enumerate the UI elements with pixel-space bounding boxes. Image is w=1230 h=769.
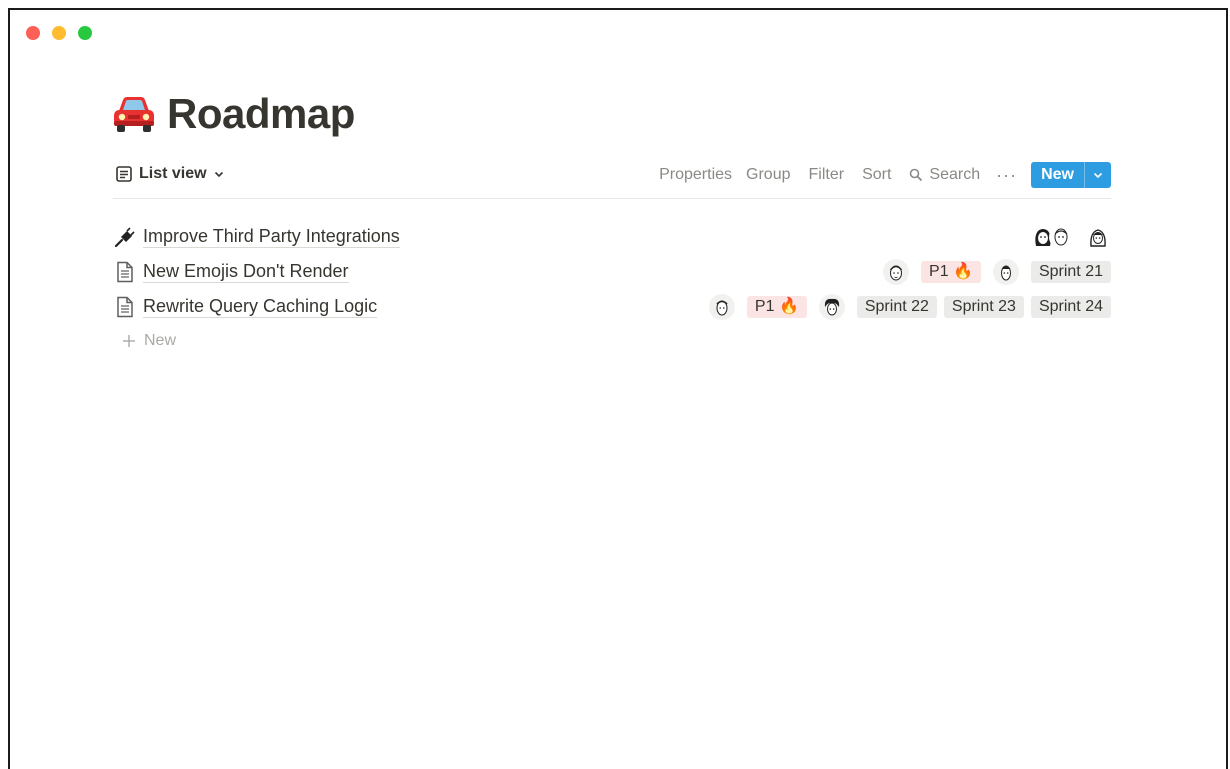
filter-button[interactable]: Filter xyxy=(809,166,845,184)
page-title-text[interactable]: Roadmap xyxy=(167,90,355,138)
priority-tag[interactable]: P1 🔥 xyxy=(746,295,807,318)
properties-button[interactable]: Properties xyxy=(659,166,732,184)
search-button[interactable]: Search xyxy=(909,166,980,184)
plus-icon xyxy=(123,335,135,347)
sprint-tag[interactable]: Sprint 21 xyxy=(1030,260,1111,283)
avatar[interactable] xyxy=(1085,223,1111,250)
view-switcher[interactable]: List view xyxy=(115,165,225,183)
group-button[interactable]: Group xyxy=(746,166,790,184)
new-item-dropdown-button[interactable] xyxy=(1084,162,1111,188)
view-label: List view xyxy=(139,165,207,182)
sprint-tag[interactable]: Sprint 23 xyxy=(943,295,1024,318)
new-item-label: New xyxy=(1041,166,1074,183)
roadmap-list: Improve Third Party Integrations New Emo… xyxy=(113,219,1111,324)
chevron-down-icon xyxy=(1093,172,1103,179)
search-icon xyxy=(910,168,923,182)
list-item[interactable]: New Emojis Don't Render P1 🔥 Sprint 21 xyxy=(113,254,1111,289)
sprint-tag[interactable]: Sprint 24 xyxy=(1030,295,1111,318)
window-controls xyxy=(26,26,92,40)
item-properties: P1 🔥 Sprint 21 xyxy=(883,254,1111,289)
item-properties: P1 🔥 Sprint 22 Sprint 23 Sprint 24 xyxy=(708,289,1111,324)
avatar[interactable] xyxy=(818,293,845,320)
page-icon xyxy=(113,295,137,319)
priority-tag[interactable]: P1 🔥 xyxy=(921,260,981,283)
item-title[interactable]: New Emojis Don't Render xyxy=(143,260,349,283)
add-new-label: New xyxy=(144,332,177,349)
database-toolbar: List view Properties Group Filter Sort S… xyxy=(113,162,1111,199)
avatar[interactable] xyxy=(992,258,1019,285)
close-window-button[interactable] xyxy=(26,26,40,40)
car-icon[interactable] xyxy=(111,94,157,134)
item-properties xyxy=(1031,219,1111,254)
list-view-icon xyxy=(116,166,132,182)
new-item-button[interactable]: New xyxy=(1031,162,1111,188)
avatar[interactable] xyxy=(883,258,910,285)
page-title: Roadmap xyxy=(111,90,355,138)
avatar[interactable] xyxy=(1049,224,1073,249)
minimize-window-button[interactable] xyxy=(52,26,66,40)
plug-icon xyxy=(113,225,137,249)
list-item[interactable]: Improve Third Party Integrations xyxy=(113,219,1111,254)
page-icon xyxy=(113,260,137,284)
toolbar-actions: Properties Group Filter Sort Search ··· … xyxy=(645,162,1111,188)
more-options-button[interactable]: ··· xyxy=(996,165,1017,186)
assignees xyxy=(1031,224,1073,249)
list-item[interactable]: Rewrite Query Caching Logic P1 🔥 Sprint … xyxy=(113,289,1111,324)
item-title[interactable]: Rewrite Query Caching Logic xyxy=(143,295,378,318)
maximize-window-button[interactable] xyxy=(78,26,92,40)
avatar[interactable] xyxy=(708,293,735,320)
sort-button[interactable]: Sort xyxy=(862,166,891,184)
item-title[interactable]: Improve Third Party Integrations xyxy=(143,225,400,248)
add-new-item-button[interactable]: New xyxy=(122,332,176,350)
chevron-down-icon xyxy=(214,171,223,178)
sprint-tag[interactable]: Sprint 22 xyxy=(856,295,937,318)
search-label: Search xyxy=(929,166,981,183)
